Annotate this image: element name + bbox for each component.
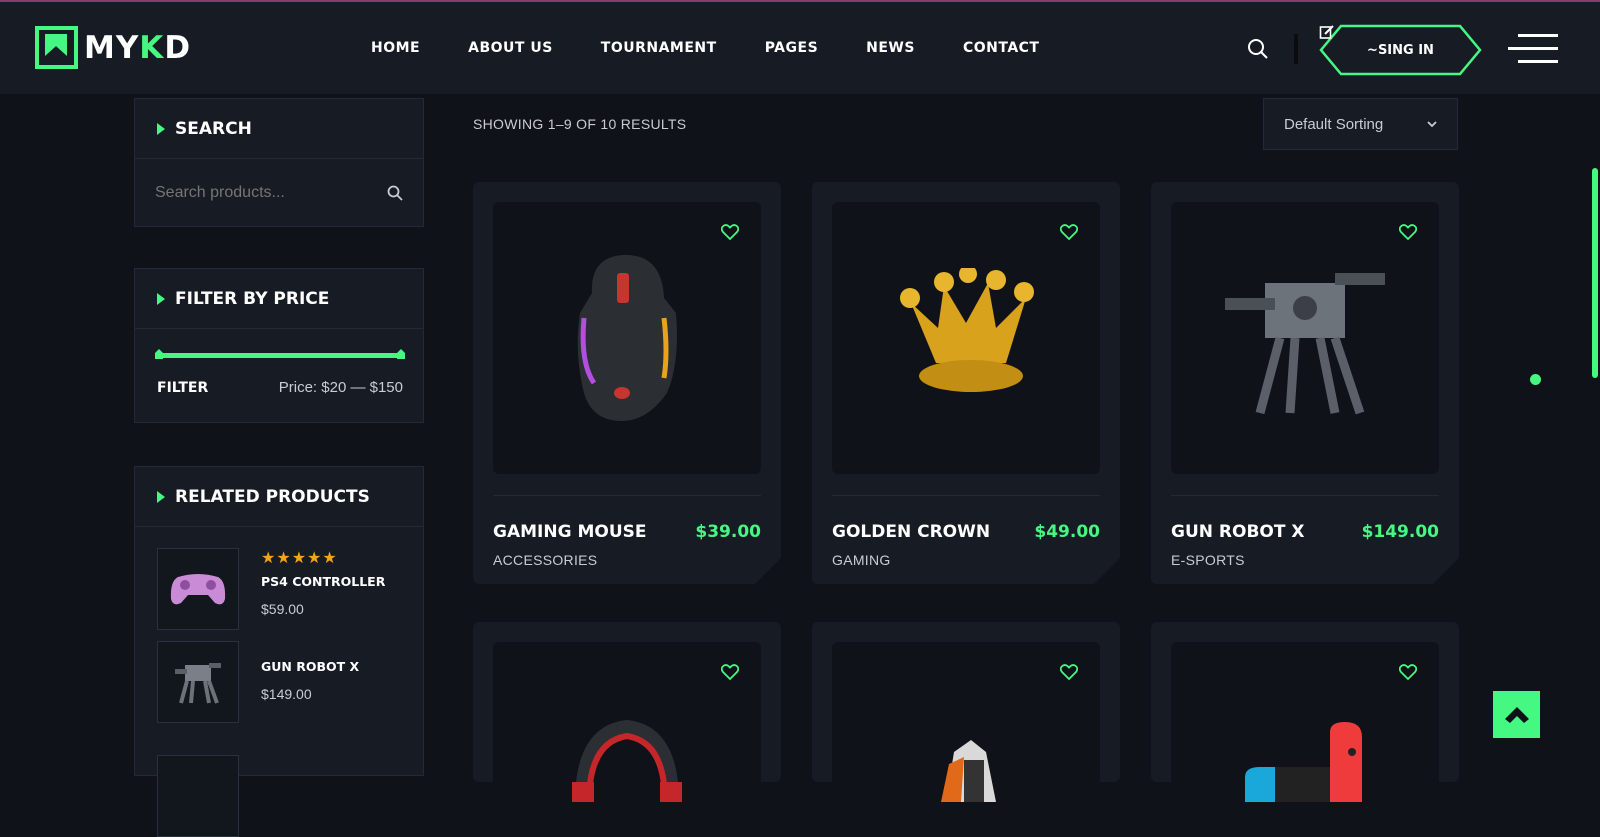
product-name[interactable]: GOLDEN CROWN [832,522,990,542]
nav-news[interactable]: NEWS [866,40,915,56]
robot-icon [1225,273,1385,415]
headset-icon [572,719,682,802]
scrollbar-thumb[interactable] [1592,168,1598,378]
nav-tournament[interactable]: TOURNAMENT [601,40,717,56]
related-item[interactable]: ★★★★★ PS4 CONTROLLER $59.00 [157,548,385,630]
nav-home[interactable]: HOME [371,40,420,56]
search-input[interactable] [155,184,355,202]
product-thumbnail[interactable] [157,641,239,723]
robot-icon [175,663,221,704]
search-widget: SEARCH [134,98,424,227]
product-category[interactable]: ACCESSORIES [493,552,597,568]
search-row [135,159,423,227]
chevron-up-icon [1504,706,1529,723]
sorting-selected: Default Sorting [1284,115,1384,133]
switch-console-icon [1245,722,1362,802]
related-item-name[interactable]: PS4 CONTROLLER [261,574,385,589]
product-image[interactable] [1171,642,1439,802]
price-range-text: Price: $20 — $150 [278,379,403,396]
related-widget-title: RELATED PRODUCTS [175,486,370,507]
heart-icon[interactable] [721,224,739,240]
product-image[interactable] [832,202,1100,474]
product-image[interactable] [1171,202,1439,474]
filter-button[interactable]: FILTER [157,380,208,396]
results-count: SHOWING 1–9 OF 10 RESULTS [473,116,687,132]
product-name[interactable]: GUN ROBOT X [1171,522,1304,542]
card-divider [1171,495,1439,496]
related-item[interactable]: GUN ROBOT X $149.00 [157,641,359,723]
card-divider [832,495,1100,496]
filter-row: FILTER Price: $20 — $150 [157,379,403,396]
bullet-triangle-icon [157,490,165,503]
filter-widget: FILTER BY PRICE FILTER Price: $20 — $150 [134,268,424,423]
related-products-widget: RELATED PRODUCTS ★★★★★ PS4 CONTROLLER $5… [134,466,424,837]
product-card[interactable] [812,622,1120,802]
gaming-device-icon [941,740,996,802]
product-price: $149.00 [1361,522,1439,542]
sorting-select[interactable]: Default Sorting [1263,98,1458,150]
related-widget-header: RELATED PRODUCTS [135,467,423,527]
price-range-slider[interactable] [157,353,403,358]
bullet-triangle-icon [157,292,165,305]
bullet-triangle-icon [157,122,165,135]
gamepad-icon [170,574,226,605]
product-price: $39.00 [695,522,761,542]
product-card[interactable]: GOLDEN CROWN $49.00 GAMING [812,182,1120,584]
heart-icon[interactable] [1060,664,1078,680]
scroll-to-top-button[interactable] [1493,691,1540,738]
product-category[interactable]: E-SPORTS [1171,552,1245,568]
gaming-mouse-icon [577,254,677,421]
site-header: MYKD HOME ABOUT US TOURNAMENT PAGES NEWS… [0,2,1600,94]
filter-widget-header: FILTER BY PRICE [135,269,423,329]
search-icon[interactable] [1247,38,1269,60]
product-image[interactable] [493,642,761,802]
heart-icon[interactable] [1399,224,1417,240]
product-card[interactable] [473,622,781,802]
edit-icon [1319,25,1334,39]
rating-stars: ★★★★★ [261,550,338,567]
site-logo[interactable]: MYKD [35,26,191,69]
product-card[interactable]: GAMING MOUSE $39.00 ACCESSORIES [473,182,781,584]
indicator-dot [1530,374,1541,385]
product-price: $49.00 [1034,522,1100,542]
logo-icon [35,26,78,69]
product-image[interactable] [832,642,1100,802]
product-card[interactable] [1151,622,1459,802]
search-widget-header: SEARCH [135,99,423,159]
menu-icon[interactable] [1508,34,1558,66]
card-divider [493,495,761,496]
heart-icon[interactable] [1399,664,1417,680]
main-nav: HOME ABOUT US TOURNAMENT PAGES NEWS CONT… [371,40,1039,56]
sign-in-button[interactable]: ~SING IN [1319,24,1482,76]
product-thumbnail[interactable] [157,755,239,837]
search-widget-title: SEARCH [175,118,252,139]
logo-text: MYKD [84,29,192,66]
product-card[interactable]: GUN ROBOT X $149.00 E-SPORTS [1151,182,1459,584]
nav-about-us[interactable]: ABOUT US [468,40,553,56]
search-icon[interactable] [387,185,403,201]
product-name[interactable]: GAMING MOUSE [493,522,646,542]
related-item-price: $149.00 [261,686,312,702]
nav-pages[interactable]: PAGES [765,40,818,56]
related-item-price: $59.00 [261,601,304,617]
filter-widget-title: FILTER BY PRICE [175,288,330,309]
heart-icon[interactable] [1060,224,1078,240]
nav-contact[interactable]: CONTACT [963,40,1040,56]
product-thumbnail[interactable] [157,548,239,630]
header-divider [1294,34,1298,64]
heart-icon[interactable] [721,664,739,680]
sign-in-label: ~SING IN [1367,42,1434,58]
golden-crown-icon [900,268,1034,392]
chevron-down-icon [1427,121,1437,127]
related-item-name[interactable]: GUN ROBOT X [261,659,359,674]
product-image[interactable] [493,202,761,474]
product-category[interactable]: GAMING [832,552,891,568]
